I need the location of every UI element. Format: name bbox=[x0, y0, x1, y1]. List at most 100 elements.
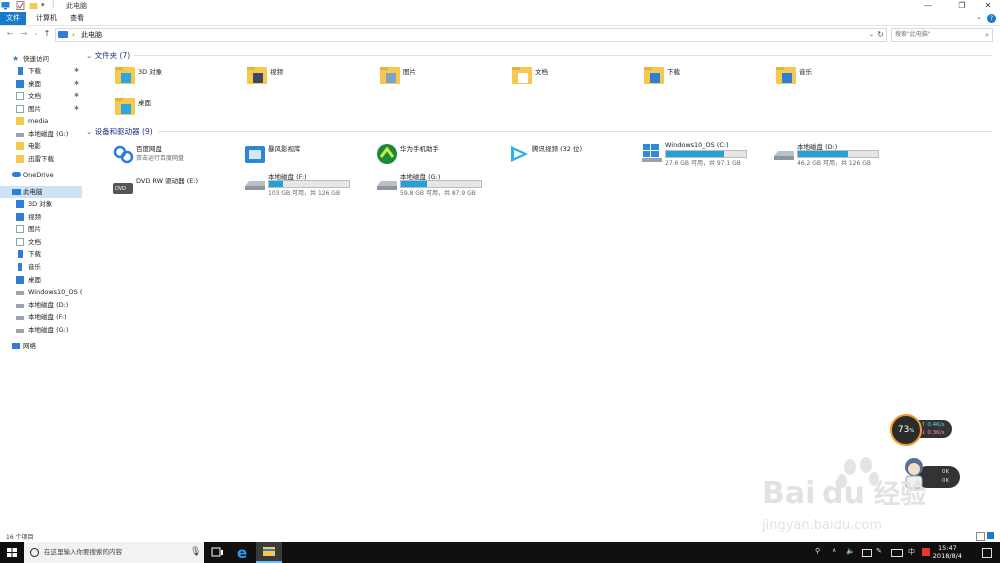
chevron-right-icon[interactable]: › bbox=[72, 29, 75, 41]
sidebar-pc-item[interactable]: 音乐 bbox=[0, 261, 82, 273]
folder-tile[interactable]: 视频 bbox=[246, 64, 356, 92]
sidebar-pc-item[interactable]: 下载 bbox=[0, 248, 82, 260]
new-folder-icon[interactable] bbox=[29, 1, 38, 10]
chevron-down-icon[interactable]: ⌄ bbox=[86, 127, 95, 136]
chevron-down-icon[interactable]: ⌄ bbox=[869, 29, 874, 41]
close-button[interactable]: ✕ bbox=[976, 0, 1000, 12]
action-center-icon[interactable] bbox=[982, 548, 992, 558]
sidebar-onedrive[interactable]: OneDrive bbox=[0, 169, 82, 181]
device-tile[interactable]: 腾讯视频 (32 位) bbox=[508, 143, 633, 173]
clock[interactable]: 15:47 2018/8/4 bbox=[933, 544, 962, 560]
svg-text:jingyan.baidu.com: jingyan.baidu.com bbox=[761, 518, 882, 533]
large-icons-view-icon[interactable] bbox=[987, 532, 994, 539]
edge-browser-icon[interactable]: e bbox=[230, 542, 256, 563]
sidebar-pc-item[interactable]: 本地磁盘 (D:) bbox=[0, 299, 82, 311]
tab-file[interactable]: 文件 bbox=[0, 12, 26, 25]
devices-group-title: 设备和驱动器 (9) bbox=[94, 127, 153, 136]
folder-tile[interactable]: 下载 bbox=[643, 64, 753, 92]
device-tile[interactable]: 本地磁盘 (D:) 46.2 GB 可用，共 126 GB bbox=[773, 141, 898, 171]
device-subtitle: 双击运行百度网盘 bbox=[136, 155, 185, 162]
device-tile[interactable]: DVD DVD RW 驱动器 (E:) bbox=[112, 175, 237, 205]
sidebar-quick-item[interactable]: 电影 bbox=[0, 140, 82, 152]
device-tile[interactable]: 华为手机助手 bbox=[376, 143, 501, 173]
show-hidden-icons[interactable]: ∧ bbox=[832, 547, 836, 554]
desktop-icon bbox=[16, 275, 24, 284]
sidebar-quick-item[interactable]: 下载 ✱ bbox=[0, 65, 82, 77]
sidebar-pc-item[interactable]: 文档 bbox=[0, 236, 82, 248]
wifi-icon[interactable] bbox=[862, 549, 872, 557]
minimize-button[interactable]: — bbox=[916, 0, 940, 12]
sidebar-pc-item[interactable]: 图片 bbox=[0, 223, 82, 235]
sidebar-pc-item[interactable]: Windows10_OS (C bbox=[0, 286, 82, 298]
download-icon bbox=[18, 250, 23, 259]
sidebar-quick-item[interactable]: 迅雷下载 bbox=[0, 153, 82, 165]
folders-group-title: 文件夹 (7) bbox=[94, 51, 131, 60]
properties-icon[interactable] bbox=[16, 1, 25, 10]
microphone-icon[interactable]: 🎙 bbox=[190, 547, 201, 557]
search-icon[interactable]: ⌕ bbox=[985, 29, 989, 41]
windows-start-icon[interactable] bbox=[0, 542, 24, 563]
pin-icon[interactable]: ✱ bbox=[74, 90, 79, 102]
taskbar-search-box[interactable]: 在这里输入你要搜索的内容 🎙 bbox=[24, 542, 204, 563]
recent-locations-icon[interactable]: ⌄ bbox=[31, 29, 41, 39]
tab-computer[interactable]: 计算机 bbox=[30, 12, 63, 25]
folder-tile[interactable]: 音乐 bbox=[775, 64, 885, 92]
sogou-input-icon[interactable] bbox=[922, 548, 930, 556]
device-tile[interactable]: 本地磁盘 (G:) 59.8 GB 可用，共 87.9 GB bbox=[376, 171, 501, 201]
pin-icon[interactable]: ✱ bbox=[74, 65, 79, 77]
forward-button[interactable]: → bbox=[19, 29, 29, 39]
sidebar-quick-item[interactable]: 桌面 ✱ bbox=[0, 78, 82, 90]
person-icon[interactable]: ⚲ bbox=[815, 547, 820, 555]
sidebar-quick-item[interactable]: 文档 ✱ bbox=[0, 90, 82, 102]
restore-button[interactable]: ❐ bbox=[950, 0, 974, 12]
device-tile[interactable]: 本地磁盘 (F:) 103 GB 可用，共 126 GB bbox=[244, 171, 369, 201]
network-speed-widget[interactable]: ↑ 0.4K/s ↓ 0.3K/s 73% bbox=[890, 414, 954, 446]
task-view-icon[interactable] bbox=[204, 542, 230, 563]
address-bar[interactable]: › 此电脑 ⌄ ↻ bbox=[55, 28, 887, 42]
devices-group-header[interactable]: ⌄ 设备和驱动器 (9) bbox=[86, 126, 153, 137]
storm-library-icon bbox=[245, 146, 265, 163]
up-button[interactable]: ↑ bbox=[42, 29, 52, 39]
chevron-down-icon[interactable]: ⌄ bbox=[86, 51, 95, 60]
details-view-icon[interactable] bbox=[976, 532, 985, 541]
pin-icon[interactable]: ✱ bbox=[74, 78, 79, 90]
sidebar-quick-access[interactable]: ★ 快速访问 bbox=[0, 53, 82, 65]
ime-indicator[interactable]: 中 bbox=[908, 547, 915, 557]
sidebar-item-label: 桌面 bbox=[28, 79, 41, 88]
device-tile[interactable]: 百度网盘 双击运行百度网盘 bbox=[112, 143, 237, 173]
sidebar-pc-item[interactable]: 本地磁盘 (G:) bbox=[0, 324, 82, 336]
sidebar-pc-item[interactable]: 3D 对象 bbox=[0, 198, 82, 210]
sidebar-pc-item[interactable]: 桌面 bbox=[0, 274, 82, 286]
sidebar-this-pc[interactable]: 此电脑 bbox=[0, 186, 82, 198]
keyboard-icon[interactable] bbox=[891, 549, 903, 557]
folder-tile[interactable]: 桌面 bbox=[114, 95, 224, 123]
folder-tile[interactable]: 文档 bbox=[511, 64, 621, 92]
this-pc-icon[interactable] bbox=[1, 1, 10, 10]
tab-view[interactable]: 查看 bbox=[64, 12, 90, 25]
sidebar-quick-item[interactable]: 本地磁盘 (G:) bbox=[0, 128, 82, 140]
folder-tile[interactable]: 3D 对象 bbox=[114, 64, 224, 92]
sidebar-quick-item[interactable]: 图片 ✱ bbox=[0, 103, 82, 115]
search-box[interactable]: 搜索"此电脑" ⌕ bbox=[891, 28, 993, 42]
breadcrumb-this-pc[interactable]: 此电脑 bbox=[81, 29, 102, 41]
device-tile[interactable]: 暴风影视库 bbox=[244, 143, 369, 173]
file-explorer-taskbar-button[interactable] bbox=[256, 542, 282, 563]
pen-icon[interactable]: ✎ bbox=[876, 547, 882, 555]
sidebar-pc-item[interactable]: 视频 bbox=[0, 211, 82, 223]
refresh-icon[interactable]: ↻ bbox=[877, 29, 884, 41]
document-folder-icon bbox=[512, 67, 532, 84]
capacity-bar bbox=[400, 180, 482, 188]
sidebar-network[interactable]: 网络 bbox=[0, 340, 82, 352]
pin-icon[interactable]: ✱ bbox=[74, 103, 79, 115]
folders-group-header[interactable]: ⌄ 文件夹 (7) bbox=[86, 50, 130, 61]
folder-tile[interactable]: 图片 bbox=[379, 64, 489, 92]
sidebar-quick-item[interactable]: media bbox=[0, 115, 82, 127]
quick-access-dropdown-icon[interactable]: ▾ bbox=[41, 1, 45, 9]
capacity-bar-fill bbox=[269, 181, 284, 187]
back-button[interactable]: ← bbox=[5, 29, 15, 39]
volume-icon[interactable]: 🔈 bbox=[846, 547, 855, 555]
expand-ribbon-icon[interactable]: ⌄ bbox=[976, 13, 982, 21]
device-tile[interactable]: Windows10_OS (C:) 27.6 GB 可用，共 97.1 GB bbox=[641, 141, 766, 171]
help-icon[interactable]: ? bbox=[987, 14, 996, 23]
sidebar-pc-item[interactable]: 本地磁盘 (F:) bbox=[0, 311, 82, 323]
